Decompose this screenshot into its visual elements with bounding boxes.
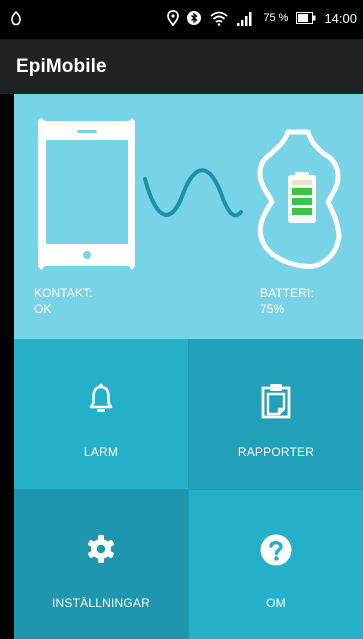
phone-icon: [38, 118, 135, 270]
clipboard-icon: [189, 383, 363, 419]
alarm-tile[interactable]: LARM: [14, 339, 189, 490]
battery-percent: 75 %: [263, 12, 289, 24]
settings-tile-label: INSTÄLLNINGAR: [52, 596, 150, 610]
app-title: EpiMobile: [16, 56, 107, 77]
battery-label: BATTERI:: [260, 286, 314, 300]
alarm-tile-label: LARM: [83, 445, 119, 459]
signal-icon: [237, 10, 255, 26]
location-icon: [167, 10, 180, 26]
app-screen: 75 % 14:00 EpiMobile KONTAKT: OK BATTERI…: [0, 0, 363, 639]
status-panel: KONTAKT: OK BATTERI: 75%: [14, 94, 363, 339]
help-icon: [189, 534, 363, 566]
menu-grid: LARM RAPPORTER INSTÄLLNINGAR OM: [14, 339, 363, 639]
about-tile[interactable]: OM: [189, 490, 363, 639]
gear-icon: [14, 534, 188, 564]
sensor-device-icon: [257, 129, 342, 269]
wifi-icon: [209, 10, 229, 26]
battery-icon: [296, 12, 316, 24]
wave-icon: [143, 168, 243, 218]
contact-label: KONTAKT:: [34, 286, 93, 300]
notification-icon: [10, 10, 22, 28]
bell-icon: [14, 383, 188, 413]
reports-tile[interactable]: RAPPORTER: [189, 339, 363, 490]
battery-value: 75%: [260, 302, 285, 316]
clock: 14:00: [324, 10, 357, 26]
bluetooth-icon: [187, 10, 202, 26]
app-bar: EpiMobile: [0, 39, 363, 94]
settings-tile[interactable]: INSTÄLLNINGAR: [14, 490, 189, 639]
battery-level-icon: [288, 172, 316, 223]
about-tile-label: OM: [266, 596, 286, 610]
status-bar: 75 % 14:00: [0, 0, 363, 39]
reports-tile-label: RAPPORTER: [237, 445, 315, 459]
contact-value: OK: [34, 302, 52, 316]
